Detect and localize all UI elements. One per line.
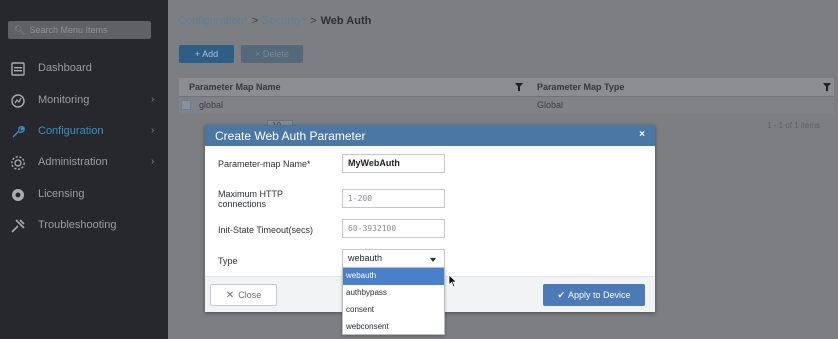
- chevron-right-icon: ›: [151, 94, 155, 105]
- type-select-value: webauth: [348, 253, 383, 263]
- option-webauth[interactable]: webauth: [343, 268, 444, 285]
- max-http-label: Maximum HTTP connections: [218, 189, 283, 209]
- sidebar-item-administration[interactable]: Administration ›: [0, 151, 168, 175]
- filter-icon[interactable]: [823, 83, 831, 91]
- add-button[interactable]: + Add: [179, 45, 234, 63]
- mouse-cursor-icon: [448, 274, 458, 288]
- chevron-right-icon: ›: [151, 156, 155, 167]
- breadcrumb-configuration[interactable]: Configuration: [178, 15, 243, 27]
- sidebar-item-troubleshooting[interactable]: Troubleshooting: [0, 214, 168, 238]
- apply-button-label: Apply to Device: [568, 290, 631, 300]
- search-placeholder: Search Menu Items: [29, 25, 108, 35]
- cell-name: global: [199, 100, 224, 110]
- table-row[interactable]: global Global: [179, 97, 834, 114]
- sidebar-item-label: Monitoring: [38, 94, 90, 106]
- troubleshooting-icon: [10, 218, 26, 234]
- sidebar-item-configuration[interactable]: Configuration ›: [0, 120, 168, 144]
- sidebar-item-label: Dashboard: [38, 62, 92, 74]
- column-header-type[interactable]: Parameter Map Type: [537, 82, 624, 92]
- items-count: 1 - 1 of 1 items: [767, 121, 820, 130]
- page-title: Web Auth: [320, 15, 372, 27]
- option-consent[interactable]: consent: [343, 302, 444, 319]
- sidebar-item-label: Licensing: [38, 188, 85, 200]
- chevron-right-icon: ›: [151, 125, 155, 136]
- search-input[interactable]: 🔍︎ Search Menu Items: [8, 21, 151, 39]
- max-http-field[interactable]: 1-200: [342, 189, 445, 208]
- administration-icon: [10, 155, 26, 171]
- sidebar-item-label: Configuration: [38, 125, 104, 137]
- close-button[interactable]: ✕ Close: [210, 284, 277, 306]
- option-webconsent[interactable]: webconsent: [343, 319, 444, 336]
- type-select[interactable]: webauth: [342, 249, 445, 268]
- option-authbypass[interactable]: authbypass: [343, 285, 444, 302]
- licensing-icon: [10, 187, 26, 203]
- type-dropdown: webauth authbypass consent webconsent: [342, 267, 445, 335]
- breadcrumb-separator: >: [310, 15, 317, 27]
- configuration-icon: [10, 124, 26, 140]
- close-icon: ✕: [225, 289, 235, 301]
- parameter-map-name-field[interactable]: MyWebAuth: [342, 154, 445, 173]
- sidebar-item-dashboard[interactable]: Dashboard: [0, 57, 168, 81]
- dialog-title: Create Web Auth Parameter: [215, 129, 366, 143]
- timeout-label: Init-State Timeout(secs): [218, 225, 314, 235]
- dialog-header: Create Web Auth Parameter ×: [205, 125, 655, 146]
- parameter-map-name-label: Parameter-map Name*: [218, 159, 311, 169]
- sidebar-item-label: Administration: [38, 156, 108, 168]
- search-icon: 🔍︎: [14, 25, 26, 35]
- sidebar: 🔍︎ Search Menu Items Dashboard Monitoring…: [0, 0, 168, 339]
- row-checkbox[interactable]: [181, 100, 191, 110]
- breadcrumb-security[interactable]: Security: [262, 15, 302, 27]
- sidebar-item-label: Troubleshooting: [38, 219, 117, 231]
- cell-type: Global: [537, 100, 564, 110]
- create-web-auth-dialog: Create Web Auth Parameter × Parameter-ma…: [205, 125, 655, 335]
- filter-icon[interactable]: [515, 83, 523, 91]
- checkmark-icon: ✔: [557, 289, 565, 300]
- breadcrumb-separator: >: [251, 15, 259, 27]
- chevron-down-icon: [430, 258, 436, 262]
- close-button-label: Close: [238, 290, 262, 300]
- monitoring-icon: [10, 93, 26, 109]
- sidebar-item-licensing[interactable]: Licensing: [0, 183, 168, 207]
- sidebar-item-monitoring[interactable]: Monitoring ›: [0, 89, 168, 113]
- timeout-field[interactable]: 60-3932100: [342, 219, 445, 238]
- apply-to-device-button[interactable]: ✔ Apply to Device: [543, 284, 645, 306]
- breadcrumb: Configuration* > Security* > Web Auth: [178, 15, 372, 27]
- type-label: Type: [218, 256, 238, 266]
- column-header-name[interactable]: Parameter Map Name: [189, 82, 281, 92]
- table-header: Parameter Map Name Parameter Map Type: [179, 78, 834, 97]
- dashboard-icon: [10, 61, 26, 77]
- close-icon[interactable]: ×: [639, 129, 645, 140]
- delete-button[interactable]: × Delete: [241, 45, 303, 63]
